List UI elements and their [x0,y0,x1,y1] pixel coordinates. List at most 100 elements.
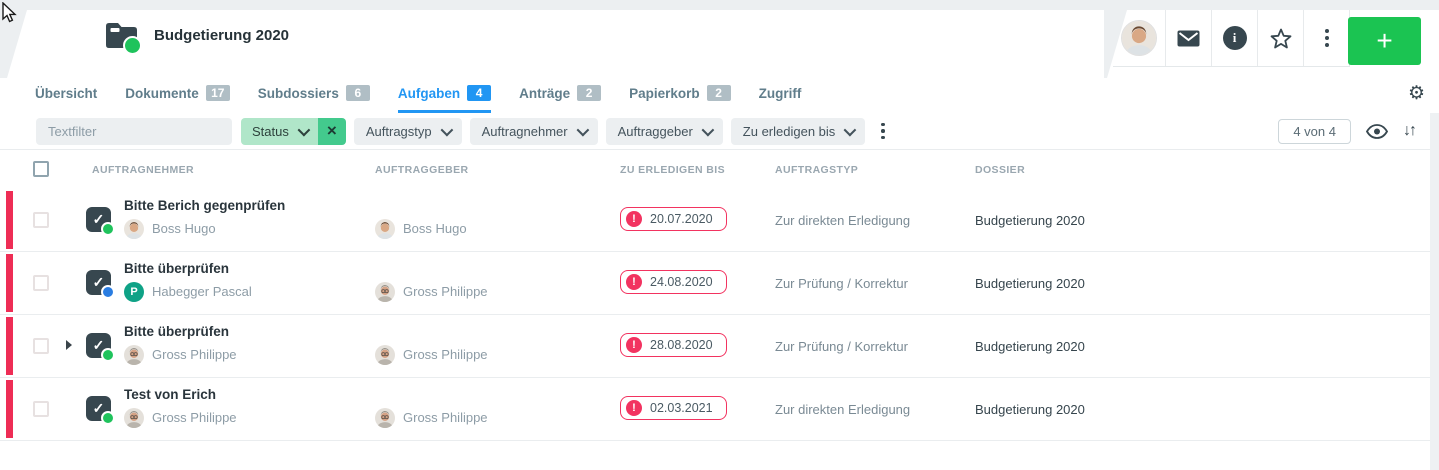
tab-anträge[interactable]: Anträge 2 [519,78,601,113]
dossier-name: Budgetierung 2020 [975,213,1085,228]
info-button[interactable]: i [1212,10,1258,66]
sort-icon[interactable]: ↓↑ [1403,122,1415,140]
overdue-icon: ! [626,274,642,290]
info-icon: i [1223,26,1247,50]
overdue-icon: ! [626,211,642,227]
chevron-down-icon [576,123,589,136]
table-row[interactable]: ✓ Bitte überprüfen P Habegger Pascal Gro… [0,252,1439,315]
dossier-name: Budgetierung 2020 [975,339,1085,354]
tab-zugriff[interactable]: Zugriff [759,78,802,113]
chevron-down-icon [701,123,714,136]
tab-papierkorb[interactable]: Papierkorb 2 [629,78,731,113]
table-row[interactable]: ✓ Bitte Berich gegenprüfen Boss Hugo Bos… [0,189,1439,252]
assignee-name: Gross Philippe [152,408,237,428]
requester-name: Gross Philippe [403,408,488,428]
dossier-name: Budgetierung 2020 [975,276,1085,291]
favorite-button[interactable] [1258,10,1304,66]
assignee: P Habegger Pascal [124,282,369,302]
requester: Boss Hugo [375,219,605,239]
task-icon: ✓ [86,396,111,421]
tab-count-badge: 17 [206,85,230,101]
filter-more-button[interactable] [873,119,893,144]
requester-avatar [375,219,395,239]
task-type: Zur direkten Erledigung [775,402,910,417]
row-checkbox[interactable] [33,338,49,354]
tab-count-badge: 4 [467,85,491,101]
row-checkbox[interactable] [33,212,49,228]
select-all-checkbox[interactable] [33,161,49,177]
app-window: Budgetierung 2020 i [0,0,1439,470]
due-date-badge: ! 02.03.2021 [620,396,727,420]
assignee-name: Habegger Pascal [152,282,252,302]
due-date-badge: ! 24.08.2020 [620,270,727,294]
row-accent-bar [6,380,13,438]
mail-icon [1177,30,1200,47]
task-status-dot [101,348,115,362]
tab-count-badge: 2 [707,85,731,101]
filter-chip-zu-erledigen-bis[interactable]: Zu erledigen bis [731,118,866,145]
due-date-badge: ! 28.08.2020 [620,333,727,357]
tab-subdossiers[interactable]: Subdossiers 6 [258,78,370,113]
requester-avatar [375,345,395,365]
vertical-scrollbar[interactable] [1430,113,1439,470]
expand-arrow-icon[interactable] [66,340,72,350]
dossier-status-dot [123,36,142,55]
filter-chip-status[interactable]: Status × [241,118,346,145]
tab-übersicht[interactable]: Übersicht [35,78,97,113]
filter-chip-auftragstyp[interactable]: Auftragstyp [354,118,462,145]
chevron-down-icon [440,123,453,136]
assignee-avatar [124,408,144,428]
tab-bar: Übersicht Dokumente 17 Subdossiers 6 Auf… [0,78,1439,113]
column-header: DOSSIER [975,164,1025,176]
overdue-icon: ! [626,400,642,416]
requester-name: Boss Hugo [403,219,467,239]
add-button[interactable]: + [1348,17,1421,65]
star-icon [1269,27,1293,50]
assignee-name: Boss Hugo [152,219,216,239]
task-type: Zur direkten Erledigung [775,213,910,228]
tab-count-badge: 2 [577,85,601,101]
requester-avatar [375,408,395,428]
mail-button[interactable] [1166,10,1212,66]
filter-chip-auftragnehmer[interactable]: Auftragnehmer [470,118,598,145]
task-status-dot [101,411,115,425]
task-title: Bitte überprüfen [124,260,369,277]
task-type: Zur Prüfung / Korrektur [775,339,908,354]
column-header: AUFTRAGGEBER [375,164,468,176]
row-accent-bar [6,191,13,249]
due-date: 24.08.2020 [650,275,713,289]
assignee-name: Gross Philippe [152,345,237,365]
status-filter-label: Status [252,124,289,139]
toolbar-icon-cells: i [1113,10,1350,67]
more-options-icon [1325,29,1329,47]
chevron-down-icon [844,123,857,136]
requester: Gross Philippe [375,408,605,428]
more-options-button[interactable] [1304,10,1350,66]
task-icon: ✓ [86,207,111,232]
due-date-badge: ! 20.07.2020 [620,207,727,231]
filter-bar: Status × Auftragstyp Auftragnehmer Auftrag… [0,113,1439,150]
row-checkbox[interactable] [33,275,49,291]
table-header: AUFTRAGNEHMERAUFTRAGGEBERZU ERLEDIGEN BI… [0,150,1439,190]
text-filter-input[interactable] [36,118,232,145]
assignee: Boss Hugo [124,219,369,239]
chevron-down-icon [297,123,310,136]
tab-dokumente[interactable]: Dokumente 17 [125,78,230,113]
row-accent-bar [6,317,13,375]
eye-icon[interactable] [1366,124,1388,139]
requester-name: Gross Philippe [403,282,488,302]
due-date: 20.07.2020 [650,212,713,226]
tab-aufgaben[interactable]: Aufgaben 4 [398,78,491,113]
row-checkbox[interactable] [33,401,49,417]
page-title: Budgetierung 2020 [154,27,289,44]
task-status-dot [101,285,115,299]
table-row[interactable]: ✓ Test von Erich Gross Philippe Gross Ph… [0,378,1439,441]
task-table: ✓ Bitte Berich gegenprüfen Boss Hugo Bos… [0,189,1439,441]
row-accent-bar [6,254,13,312]
gear-icon[interactable]: ⚙ [1408,84,1425,103]
table-row[interactable]: ✓ Bitte überprüfen Gross Philippe Gross … [0,315,1439,378]
result-count: 4 von 4 [1278,119,1351,144]
filter-chip-auftraggeber[interactable]: Auftraggeber [606,118,723,145]
clear-filter-icon[interactable]: × [318,118,346,145]
requester: Gross Philippe [375,345,605,365]
